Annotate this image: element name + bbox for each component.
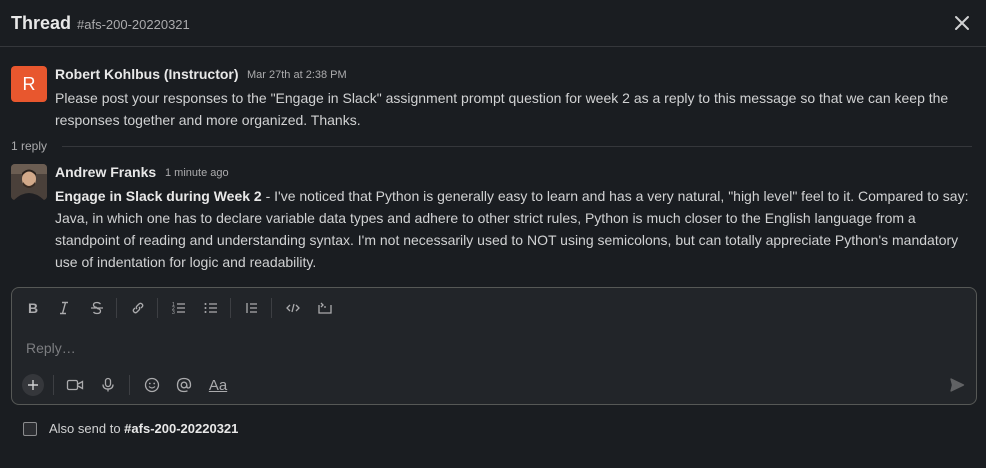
blockquote-icon[interactable] (241, 297, 263, 319)
toolbar-divider (53, 375, 54, 395)
message-body: Engage in Slack during Week 2 - I've not… (55, 185, 980, 273)
svg-text:B: B (28, 300, 38, 316)
toolbar-divider (129, 375, 130, 395)
toolbar-divider (116, 298, 117, 318)
plus-icon[interactable] (22, 374, 44, 396)
strikethrough-icon[interactable] (86, 297, 108, 319)
video-icon[interactable] (64, 374, 86, 396)
emoji-icon[interactable] (141, 374, 163, 396)
message-body-bold: Engage in Slack during Week 2 (55, 188, 262, 204)
thread-header: Thread #afs-200-20220321 (0, 0, 986, 47)
formatting-label: Aa (208, 376, 228, 394)
microphone-icon[interactable] (97, 374, 119, 396)
reply-input[interactable] (24, 337, 928, 359)
message-body: Please post your responses to the "Engag… (55, 90, 949, 128)
message-timestamp[interactable]: 1 minute ago (165, 167, 229, 179)
message-author[interactable]: Andrew Franks (55, 164, 156, 180)
message-timestamp[interactable]: Mar 27th at 2:38 PM (247, 69, 347, 81)
also-send-channel: #afs-200-20220321 (124, 421, 239, 436)
svg-text:3: 3 (172, 310, 175, 316)
bold-icon[interactable]: B (22, 297, 44, 319)
toolbar-divider (230, 298, 231, 318)
send-icon[interactable] (946, 374, 968, 396)
reply-composer: B 123 Aa (11, 287, 977, 405)
bulleted-list-icon[interactable] (200, 297, 222, 319)
reply-divider (62, 146, 972, 147)
ordered-list-icon[interactable]: 123 (168, 297, 190, 319)
also-send-label: Also send to (49, 421, 121, 436)
user-photo-icon (11, 164, 47, 200)
avatar[interactable] (11, 164, 47, 200)
link-icon[interactable] (127, 297, 149, 319)
code-icon[interactable] (282, 297, 304, 319)
thread-title: Thread (11, 13, 72, 33)
thread-channel-name[interactable]: #afs-200-20220321 (77, 17, 190, 32)
mention-icon[interactable] (173, 374, 195, 396)
message-author[interactable]: Robert Kohlbus (Instructor) (55, 66, 239, 82)
also-send-checkbox[interactable] (23, 421, 37, 436)
reply-count: 1 reply (11, 139, 48, 153)
toolbar-divider (271, 298, 272, 318)
italic-icon[interactable] (53, 297, 75, 319)
close-icon[interactable] (950, 11, 974, 35)
toolbar-divider (157, 298, 158, 318)
avatar[interactable]: R (11, 66, 47, 102)
code-block-icon[interactable] (314, 297, 336, 319)
also-send-option: Also send to #afs-200-20220321 (23, 421, 238, 436)
formatting-icon[interactable]: Aa (205, 374, 231, 396)
